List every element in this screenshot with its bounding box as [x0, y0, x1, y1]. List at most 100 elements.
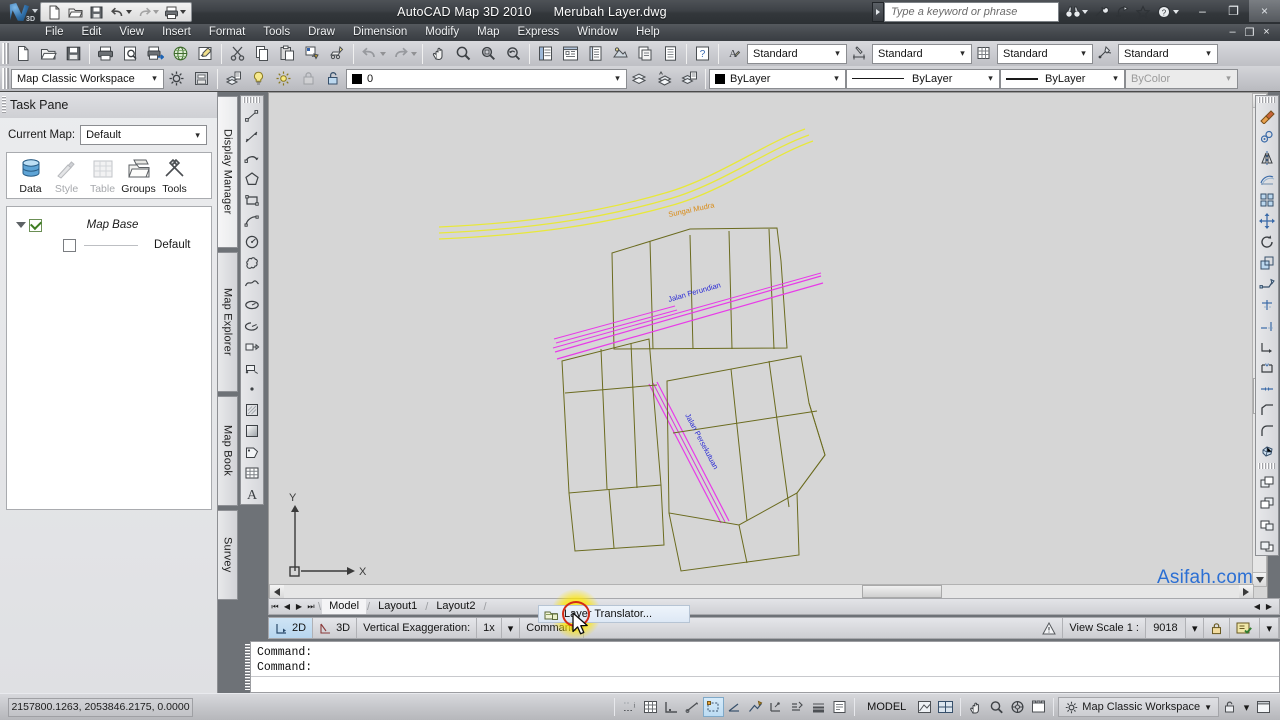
menu-item-window[interactable]: Window: [568, 24, 627, 41]
layout-tab-layout1[interactable]: Layout1: [371, 599, 424, 614]
map-base-checkbox[interactable]: [29, 218, 42, 232]
showmotion-icon[interactable]: [1028, 697, 1049, 717]
gradient-icon[interactable]: [241, 420, 263, 441]
ortho-mode-icon[interactable]: [682, 697, 703, 717]
layer-on-off-icon[interactable]: [246, 67, 271, 90]
scale-lock-icon[interactable]: [1204, 618, 1231, 638]
side-tab-map-explorer[interactable]: Map Explorer: [218, 252, 238, 392]
layer-freeze-icon[interactable]: [271, 67, 296, 90]
text-style-select[interactable]: Standard ▾: [747, 43, 847, 64]
scroll-right-button[interactable]: [1239, 585, 1253, 598]
application-menu-button[interactable]: 3D: [0, 0, 38, 24]
task-pane-grip[interactable]: [2, 96, 6, 114]
command-line[interactable]: Command: Command:: [245, 641, 1280, 693]
chevron-down-icon[interactable]: ▾: [831, 48, 844, 59]
side-tab-map-book[interactable]: Map Book: [218, 396, 238, 506]
save-icon[interactable]: [86, 3, 107, 21]
object-snap-icon[interactable]: [724, 697, 745, 717]
publish-icon[interactable]: [143, 42, 168, 65]
nav-first-button[interactable]: ⏮: [269, 599, 281, 614]
close-button[interactable]: ×: [1249, 0, 1280, 22]
designcenter-icon[interactable]: [558, 42, 583, 65]
toolbar-grip[interactable]: [243, 97, 261, 103]
chevron-down-icon[interactable]: ▾: [191, 130, 204, 141]
binoculars-icon[interactable]: [1063, 3, 1083, 22]
layoutbar-scroll-right[interactable]: ▶: [1263, 599, 1275, 614]
dynamic-input-icon[interactable]: [787, 697, 808, 717]
open-icon[interactable]: [36, 42, 61, 65]
polyline-icon[interactable]: [241, 147, 263, 168]
menu-item-insert[interactable]: Insert: [153, 24, 200, 41]
layer-states-icon[interactable]: [677, 67, 702, 90]
lineweight-select[interactable]: ByLayer ▾: [1000, 68, 1125, 89]
ellipse-icon[interactable]: [241, 294, 263, 315]
mleader-style-icon[interactable]: [1093, 42, 1118, 65]
layout-tab-layout2[interactable]: Layout2: [429, 599, 482, 614]
help-question-icon[interactable]: ?: [1154, 3, 1174, 22]
construction-line-icon[interactable]: [241, 126, 263, 147]
spline-icon[interactable]: [241, 273, 263, 294]
zoom-previous-icon[interactable]: [501, 42, 526, 65]
toolbar-lock-icon[interactable]: [1219, 697, 1240, 717]
current-map-select[interactable]: Default ▾: [80, 125, 208, 145]
3dorbit-icon[interactable]: [168, 42, 193, 65]
chevron-down-icon[interactable]: ▾: [1202, 48, 1215, 59]
draworder-back-icon[interactable]: [1256, 492, 1278, 513]
scroll-left-button[interactable]: [270, 585, 284, 598]
new-file-icon[interactable]: [44, 3, 65, 21]
scale-icon[interactable]: [1256, 252, 1278, 273]
task-pane-button-groups[interactable]: Groups: [121, 157, 156, 195]
qnew-icon[interactable]: [11, 42, 36, 65]
snap-mode-icon[interactable]: [661, 697, 682, 717]
view-2d-button[interactable]: 2D: [269, 618, 314, 638]
array-icon[interactable]: [1256, 189, 1278, 210]
revision-cloud-icon[interactable]: [241, 252, 263, 273]
toolbar-grip[interactable]: [1258, 463, 1276, 469]
task-pane-button-data[interactable]: Data: [13, 157, 48, 195]
status-menu-icon[interactable]: ▾: [1240, 697, 1253, 717]
table-style-icon[interactable]: [972, 42, 997, 65]
viewport-icon[interactable]: [935, 697, 956, 717]
toolbar-grip[interactable]: [2, 43, 9, 64]
menu-item-help[interactable]: Help: [627, 24, 669, 41]
lineweight-icon[interactable]: [808, 697, 829, 717]
linetype-select[interactable]: ByLayer ▾: [846, 68, 1000, 89]
offset-icon[interactable]: [1256, 168, 1278, 189]
infocenter-expand-button[interactable]: [872, 2, 884, 22]
stretch-icon[interactable]: [1256, 273, 1278, 294]
mirror-icon[interactable]: [1256, 147, 1278, 168]
properties-icon[interactable]: [533, 42, 558, 65]
break-at-point-icon[interactable]: [1256, 336, 1278, 357]
fillet-icon[interactable]: [1256, 420, 1278, 441]
menu-item-edit[interactable]: Edit: [73, 24, 111, 41]
hatch-icon[interactable]: [241, 399, 263, 420]
cut-icon[interactable]: [225, 42, 250, 65]
workspace-switcher[interactable]: Map Classic Workspace ▼: [1058, 697, 1219, 717]
markup-icon[interactable]: [193, 42, 218, 65]
search-dropdown-caret-icon[interactable]: [1082, 10, 1088, 14]
pan-icon[interactable]: [426, 42, 451, 65]
chevron-down-icon[interactable]: ▾: [984, 73, 997, 84]
default-layer-checkbox[interactable]: [63, 238, 76, 252]
draworder-above-icon[interactable]: [1256, 513, 1278, 534]
chevron-down-icon[interactable]: ▾: [148, 73, 161, 84]
circle-icon[interactable]: [241, 231, 263, 252]
multiline-text-icon[interactable]: A: [241, 483, 263, 504]
steering-wheel-icon[interactable]: [1007, 697, 1028, 717]
pan-icon[interactable]: [965, 697, 986, 717]
view-scale-dropdown[interactable]: ▾: [1186, 618, 1205, 638]
menu-item-layer-translator[interactable]: Layer Translator...: [538, 605, 690, 623]
workspace-settings-icon[interactable]: [164, 67, 189, 90]
undo-icon[interactable]: [107, 3, 128, 21]
plot-dropdown-caret-icon[interactable]: [180, 10, 186, 14]
region-icon[interactable]: [241, 441, 263, 462]
task-pane-button-tools[interactable]: Tools: [157, 157, 192, 195]
search-input[interactable]: Type a keyword or phrase: [884, 2, 1059, 22]
extend-icon[interactable]: [1256, 315, 1278, 336]
make-block-icon[interactable]: [241, 357, 263, 378]
matchprop-icon[interactable]: [300, 42, 325, 65]
task-pane-button-table[interactable]: Table: [85, 157, 120, 195]
chevron-down-icon[interactable]: ▾: [1077, 48, 1090, 59]
clean-screen-icon[interactable]: [1253, 697, 1274, 717]
plot-icon[interactable]: [93, 42, 118, 65]
